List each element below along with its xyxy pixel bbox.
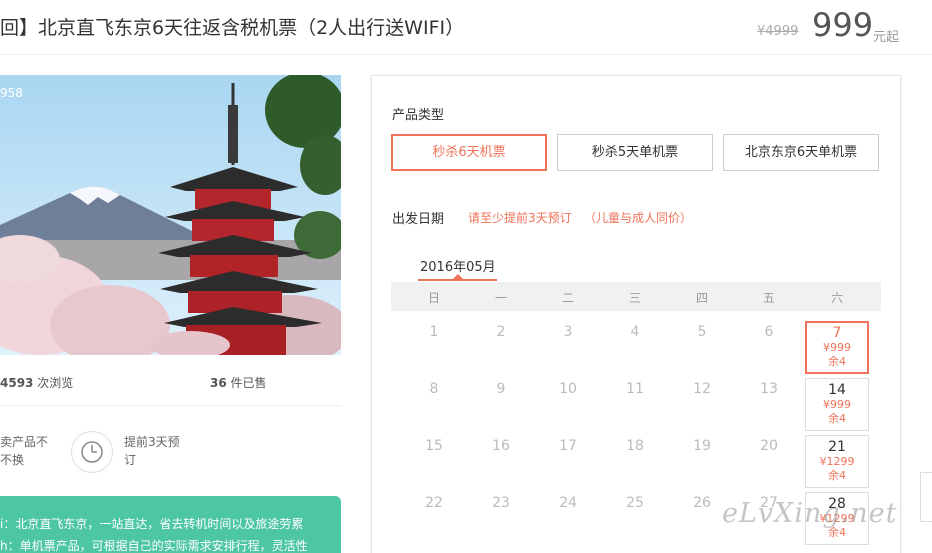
weekday-mon: 一 — [494, 291, 507, 305]
feature-no-refund-line1: 卖产品不 — [0, 435, 49, 449]
calendar-day: 6 — [764, 324, 774, 340]
day-price: ¥1299 — [819, 455, 855, 468]
calendar-day: 12 — [693, 381, 711, 397]
product-title: 回】北京直飞东京6天往返含税机票（2人出行送WIFI） — [0, 17, 465, 39]
sold-count-value: 36 — [210, 376, 227, 390]
calendar-day: 17 — [559, 438, 577, 454]
calendar-day: 3 — [563, 324, 573, 340]
calendar-day: 2 — [496, 324, 506, 340]
feature-advance-booking: 提前3天预 订 — [124, 433, 180, 469]
weekday-sat: 六 — [830, 291, 843, 305]
price-unit: 元起 — [873, 30, 900, 45]
child-price-hint: （儿童与成人同价） — [584, 211, 693, 225]
calendar-day: 23 — [492, 495, 510, 511]
current-price: 999 — [812, 6, 874, 44]
view-count: 4593 次浏览 — [0, 374, 73, 391]
watermark: eLvXing.net — [722, 498, 898, 529]
calendar-day: 26 — [693, 495, 711, 511]
feature-advance-line2: 订 — [124, 453, 137, 467]
sold-count: 36 件已售 — [210, 374, 267, 391]
type-option-6day-oneway[interactable]: 北京东京6天单机票 — [723, 134, 879, 171]
calendar-day: 20 — [760, 438, 778, 454]
day-price: ¥999 — [823, 341, 851, 354]
side-float-tab[interactable] — [920, 472, 932, 522]
calendar-day: 18 — [626, 438, 644, 454]
day-remaining: 余4 — [828, 412, 846, 425]
month-tab-underline — [418, 279, 497, 281]
advance-hint: 请至少提前3天预订 — [468, 211, 572, 225]
view-count-value: 4593 — [0, 376, 34, 390]
calendar-day: 1 — [429, 324, 439, 340]
feature-advance-line1: 提前3天预 — [124, 435, 180, 449]
calendar-day: 11 — [626, 381, 644, 397]
highlight-line-2: h：单机票产品，可根据自己的实际需求安排行程，灵活性 — [0, 539, 308, 553]
highlight-line-1: i：北京直飞东京，一站直达，省去转机时间以及旅途劳累 — [0, 517, 304, 531]
calendar-day: 25 — [626, 495, 644, 511]
highlights-box: i：北京直飞东京，一站直达，省去转机时间以及旅途劳累 h：单机票产品，可根据自己… — [0, 496, 341, 553]
calendar-day-available[interactable]: 14 ¥999 余4 — [805, 378, 869, 431]
departure-date-label: 出发日期 — [392, 212, 445, 227]
day-remaining: 余4 — [828, 469, 846, 482]
product-header: 回】北京直飞东京6天往返含税机票（2人出行送WIFI） ¥4999 999 元起 — [0, 0, 932, 55]
view-count-label: 次浏览 — [37, 376, 74, 390]
day-number: 7 — [832, 325, 842, 341]
weekday-sun: 日 — [427, 291, 440, 305]
divider — [0, 405, 341, 406]
feature-no-refund-line2: 不换 — [0, 453, 25, 467]
month-tab-caret-icon — [453, 274, 463, 279]
pagoda-fuji-image — [0, 75, 341, 355]
weekday-fri: 五 — [762, 291, 775, 305]
day-number: 21 — [828, 439, 846, 455]
photo-id: 958 — [0, 86, 23, 100]
calendar-day: 13 — [760, 381, 778, 397]
calendar-day: 16 — [492, 438, 510, 454]
calendar-day: 10 — [559, 381, 577, 397]
calendar-day-available[interactable]: 7 ¥999 余4 — [805, 321, 869, 374]
type-option-6day-flash[interactable]: 秒杀6天机票 — [391, 134, 547, 171]
day-number: 14 — [828, 382, 846, 398]
clock-icon — [71, 431, 113, 473]
month-tab[interactable]: 2016年05月 — [420, 256, 496, 275]
day-remaining: 余4 — [828, 355, 846, 368]
sold-count-label: 件已售 — [230, 376, 267, 390]
original-price: ¥4999 — [757, 24, 799, 39]
calendar-day: 8 — [429, 381, 439, 397]
calendar-day: 4 — [630, 324, 640, 340]
calendar-day-available[interactable]: 21 ¥1299 余4 — [805, 435, 869, 488]
calendar-day: 19 — [693, 438, 711, 454]
calendar-day: 15 — [425, 438, 443, 454]
feature-no-refund: 卖产品不 不换 — [0, 433, 48, 469]
product-type-label: 产品类型 — [392, 108, 445, 123]
day-price: ¥999 — [823, 398, 851, 411]
calendar-day: 24 — [559, 495, 577, 511]
calendar-day: 9 — [496, 381, 506, 397]
calendar-day: 22 — [425, 495, 443, 511]
weekday-wed: 三 — [628, 291, 641, 305]
type-option-5day-flash[interactable]: 秒杀5天单机票 — [557, 134, 713, 171]
weekday-tue: 二 — [561, 291, 574, 305]
calendar-day: 5 — [697, 324, 707, 340]
product-photo[interactable] — [0, 75, 341, 355]
weekday-thu: 四 — [695, 291, 708, 305]
